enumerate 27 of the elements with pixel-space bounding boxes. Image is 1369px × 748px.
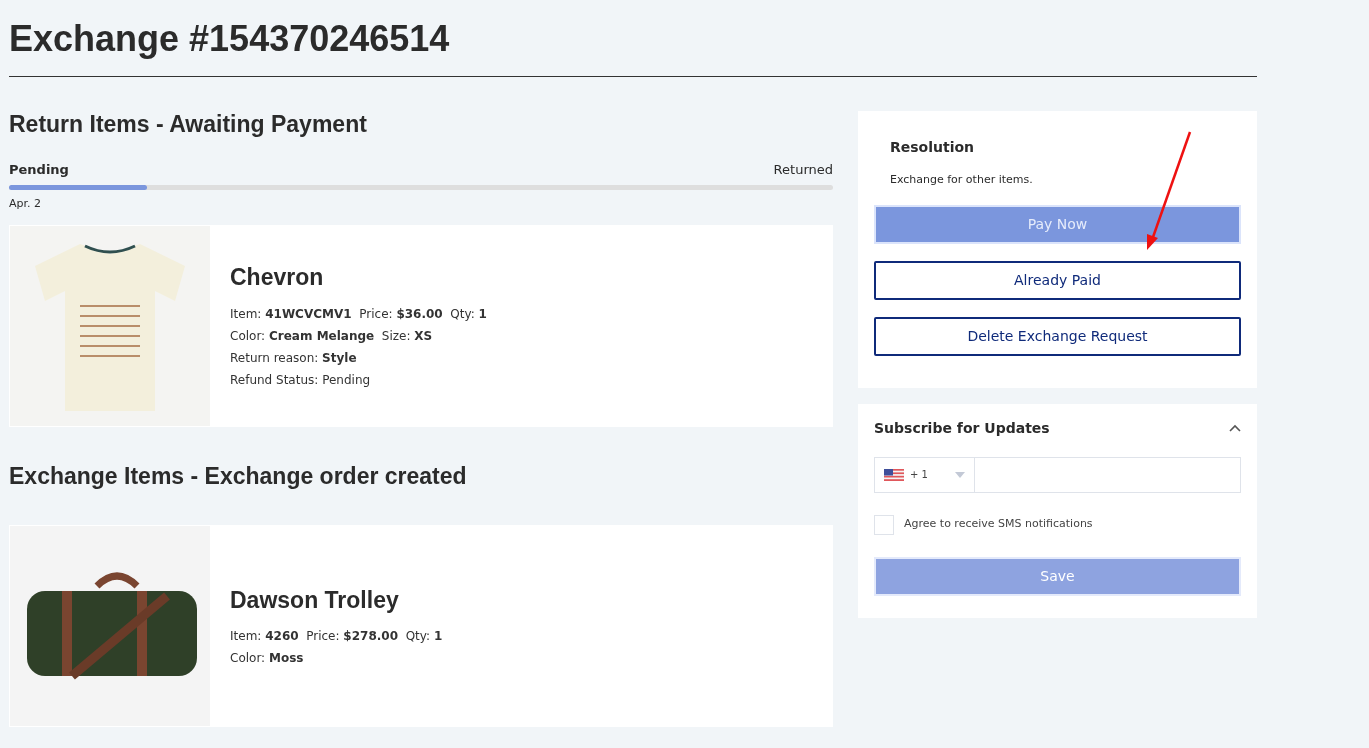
resolution-text: Exchange for other items.	[889, 172, 1034, 188]
sms-checkbox[interactable]	[874, 514, 894, 535]
item-name: Chevron	[230, 263, 325, 293]
country-code: + 1	[910, 468, 929, 482]
item-name: Dawson Trolley	[230, 585, 400, 615]
phone-field[interactable]: + 1	[874, 456, 1241, 493]
item-detail: Item: 41WCVCMV1 Price: $36.00 Qty: 1	[230, 305, 487, 323]
page-title: Exchange #154370246514	[9, 0, 1257, 77]
status-date: Apr. 2	[9, 196, 42, 212]
caret-icon	[955, 471, 965, 478]
item-detail: Color: Cream Melange Size: XS	[230, 327, 434, 345]
checkbox-label: Agree to receive SMS notifications	[904, 516, 1093, 533]
action-button[interactable]: Already Paid	[874, 260, 1241, 300]
action-button[interactable]: Delete Exchange Request	[874, 316, 1241, 356]
chevron-up-icon[interactable]	[1229, 424, 1241, 432]
section-heading: Return Items - Awaiting Payment	[9, 110, 368, 139]
country-select[interactable]: + 1	[875, 457, 975, 492]
status-label: Returned	[773, 160, 833, 179]
panel-title: Resolution	[889, 138, 976, 157]
flag-icon	[884, 468, 904, 481]
status-label: Pending	[9, 160, 69, 179]
item-detail: Refund Status: Pending	[230, 371, 372, 389]
item-detail: Item: 4260 Price: $278.00 Qty: 1	[230, 628, 443, 646]
panel-title: Subscribe for Updates	[874, 418, 1050, 438]
item-detail: Color: Moss	[230, 650, 305, 668]
section-heading: Exchange Items - Exchange order created	[9, 461, 468, 491]
item-detail: Return reason: Style	[230, 349, 358, 367]
